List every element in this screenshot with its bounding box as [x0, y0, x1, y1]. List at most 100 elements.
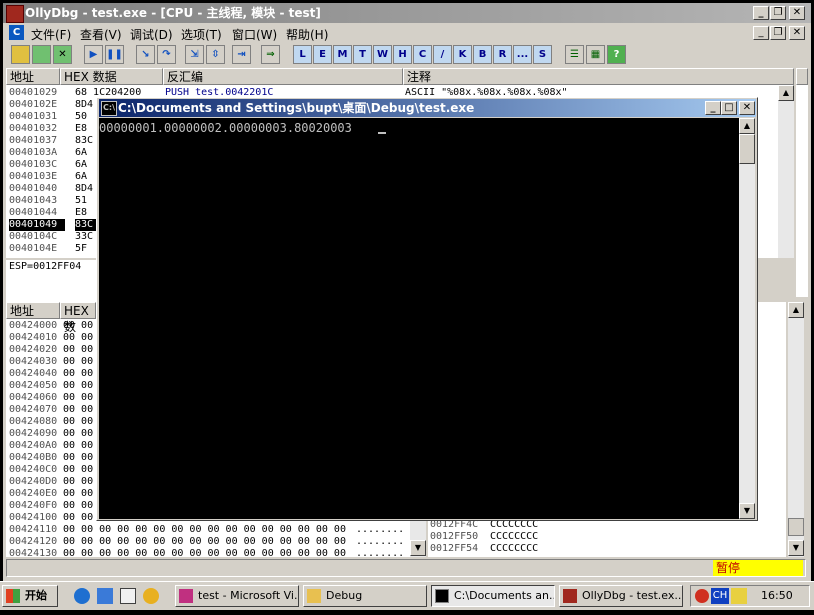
ie-icon[interactable]: [74, 588, 90, 604]
edit-icon[interactable]: [120, 588, 136, 604]
disasm-header-address[interactable]: 地址: [6, 68, 60, 85]
patches-window-button[interactable]: /: [433, 45, 452, 64]
references-window-button[interactable]: R: [493, 45, 512, 64]
dump-address: 00424090: [9, 428, 58, 439]
ime-tool-icon[interactable]: [731, 588, 747, 604]
console-scroll-thumb[interactable]: [739, 134, 755, 164]
child-restore-button[interactable]: ❐: [770, 26, 786, 40]
memory-window-button[interactable]: M: [333, 45, 352, 64]
console-maximize-button[interactable]: □: [721, 101, 737, 115]
disasm-header-disasm[interactable]: 反汇编: [163, 68, 403, 85]
appearance-icon[interactable]: ▦: [586, 45, 605, 64]
console-minimize-button[interactable]: _: [705, 101, 721, 115]
run-trace-window-button[interactable]: ...: [513, 45, 532, 64]
source-window-button[interactable]: S: [533, 45, 552, 64]
restart-icon[interactable]: [32, 45, 51, 64]
menu-window[interactable]: 窗口(W): [232, 26, 277, 43]
log-window-button[interactable]: L: [293, 45, 312, 64]
open-icon[interactable]: [11, 45, 30, 64]
close-program-icon[interactable]: ✕: [53, 45, 72, 64]
disasm-header-hex[interactable]: HEX 数据: [60, 68, 163, 85]
disasm-header-comment[interactable]: 注释: [403, 68, 794, 85]
run-icon[interactable]: ▶: [84, 45, 103, 64]
media-icon[interactable]: [143, 588, 159, 604]
console-vertical-scrollbar[interactable]: ▲ ▼: [739, 118, 755, 519]
help-icon[interactable]: ?: [607, 45, 626, 64]
trace-over-icon[interactable]: ⇳: [206, 45, 225, 64]
menu-help[interactable]: 帮助(H): [286, 26, 328, 43]
dump-ascii: ........: [356, 524, 405, 535]
task-debug-folder[interactable]: Debug: [303, 585, 427, 607]
task-ollydbg[interactable]: OllyDbg - test.ex...: [559, 585, 683, 607]
menu-view[interactable]: 查看(V): [80, 26, 122, 43]
scroll-up-button[interactable]: ▲: [778, 85, 794, 101]
dump-header-address[interactable]: 地址: [6, 302, 60, 319]
desktop-icon[interactable]: [97, 588, 113, 604]
disasm-address: 00401049: [9, 219, 65, 231]
call-stack-window-button[interactable]: K: [453, 45, 472, 64]
task-visual-studio[interactable]: test - Microsoft Vi...: [175, 585, 299, 607]
trace-into-icon[interactable]: ⇲: [185, 45, 204, 64]
console-scroll-up-button[interactable]: ▲: [739, 118, 755, 134]
start-button[interactable]: 开始: [2, 585, 58, 607]
window-title: OllyDbg - test.exe - [CPU - 主线程, 模块 - te…: [25, 6, 321, 20]
stack-row[interactable]: 0012FF50 CCCCCCCC: [428, 531, 768, 543]
dump-ascii: ........: [356, 536, 405, 547]
dump-address: 00424060: [9, 392, 58, 403]
dump-scroll-down-button[interactable]: ▼: [410, 540, 426, 556]
stack-vertical-scrollbar[interactable]: ▲ ▼: [788, 302, 804, 557]
close-button[interactable]: ✕: [789, 6, 805, 20]
goto-icon[interactable]: ⇒: [261, 45, 280, 64]
windows-window-button[interactable]: W: [373, 45, 392, 64]
dump-bytes: 00 00 00 00 00 00 00 00 00 00 00 00 00 0…: [63, 536, 346, 547]
handles-window-button[interactable]: H: [393, 45, 412, 64]
dump-header-hex[interactable]: HEX 数: [60, 302, 96, 334]
stack-value: CCCCCCCC: [490, 543, 539, 554]
step-over-icon[interactable]: ↷: [157, 45, 176, 64]
ime-indicator[interactable]: CH: [711, 588, 729, 604]
registers-header[interactable]: [796, 68, 808, 85]
disasm-address: 0040104E: [9, 243, 58, 254]
console-close-button[interactable]: ✕: [739, 101, 755, 115]
menu-file[interactable]: 文件(F): [31, 26, 71, 43]
child-close-button[interactable]: ✕: [789, 26, 805, 40]
console-scroll-down-button[interactable]: ▼: [739, 503, 755, 519]
pause-icon[interactable]: ❚❚: [105, 45, 124, 64]
step-into-icon[interactable]: ↘: [136, 45, 155, 64]
ollydbg-title-bar[interactable]: OllyDbg - test.exe - [CPU - 主线程, 模块 - te…: [3, 3, 811, 23]
stack-scroll-thumb[interactable]: [788, 518, 804, 536]
dump-address: 00424080: [9, 416, 58, 427]
threads-window-button[interactable]: T: [353, 45, 372, 64]
dump-vertical-scrollbar[interactable]: ▼: [410, 519, 426, 557]
folder-icon: [307, 589, 321, 603]
child-minimize-button[interactable]: _: [753, 26, 769, 40]
task-label: C:\Documents an...: [454, 589, 555, 602]
taskbar: 开始 test - Microsoft Vi... Debug C:\Docum…: [0, 581, 814, 610]
dump-address: 00424120: [9, 536, 58, 547]
minimize-button[interactable]: _: [753, 6, 769, 20]
list-icon[interactable]: ☰: [565, 45, 584, 64]
console-title-bar[interactable]: C:\ C:\Documents and Settings\bupt\桌面\De…: [99, 99, 756, 117]
dump-address: 004240C0: [9, 464, 58, 475]
dump-row[interactable]: 00424110 00 00 00 00 00 00 00 00 00 00 00…: [6, 524, 410, 536]
disasm-vertical-scrollbar[interactable]: ▲: [778, 85, 794, 258]
restore-button[interactable]: ❐: [770, 6, 786, 20]
task-label: Debug: [326, 589, 363, 602]
cpu-window-icon[interactable]: C: [9, 25, 24, 40]
task-console[interactable]: C:\Documents an...: [431, 585, 555, 607]
execute-till-return-icon[interactable]: ⇥: [232, 45, 251, 64]
console-output-area[interactable]: 00000001.00000002.00000003.80020003: [99, 118, 739, 519]
cpu-window-button[interactable]: C: [413, 45, 432, 64]
menu-bar: C 文件(F) 查看(V) 调试(D) 选项(T) 窗口(W) 帮助(H) _ …: [3, 23, 811, 43]
menu-options[interactable]: 选项(T): [181, 26, 222, 43]
esp-info: ESP=0012FF04: [9, 261, 82, 272]
stack-scroll-down-button[interactable]: ▼: [788, 540, 804, 556]
antivirus-icon[interactable]: [695, 589, 709, 603]
menu-debug[interactable]: 调试(D): [130, 26, 173, 43]
breakpoints-window-button[interactable]: B: [473, 45, 492, 64]
registers-pane[interactable]: [796, 85, 808, 297]
modules-window-button[interactable]: E: [313, 45, 332, 64]
stack-row[interactable]: 0012FF54 CCCCCCCC: [428, 543, 768, 555]
dump-row[interactable]: 00424120 00 00 00 00 00 00 00 00 00 00 00…: [6, 536, 410, 548]
stack-scroll-up-button[interactable]: ▲: [788, 302, 804, 318]
